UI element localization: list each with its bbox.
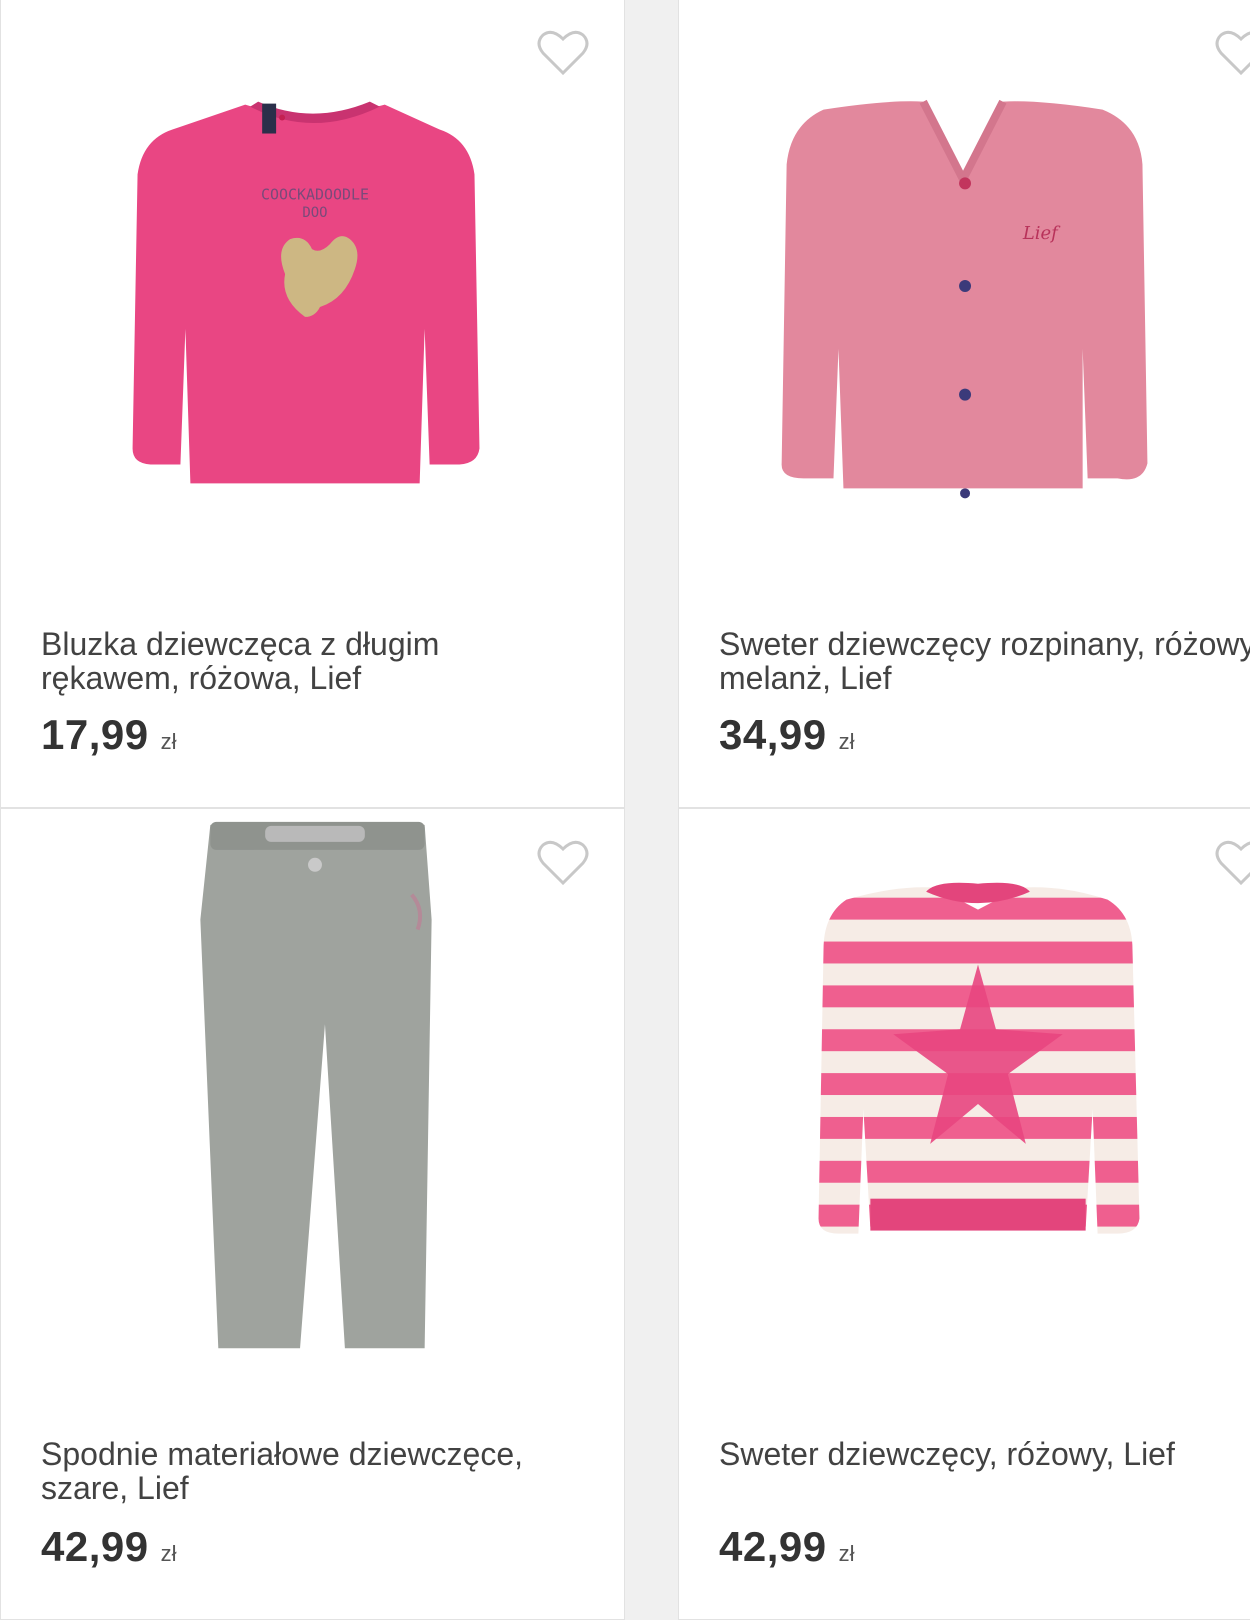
- product-card[interactable]: Spodnie materiałowe dziewczęce, szare, L…: [0, 808, 625, 1620]
- product-price: 42,99 zł: [41, 1523, 177, 1571]
- svg-text:Lief: Lief: [1022, 223, 1061, 244]
- product-title[interactable]: Spodnie materiałowe dziewczęce, szare, L…: [41, 1437, 581, 1505]
- svg-text:DOO: DOO: [302, 205, 327, 221]
- product-image[interactable]: COOCKADOODLE DOO: [1, 0, 624, 589]
- heart-outline-icon[interactable]: [1215, 839, 1250, 887]
- price-currency: zł: [838, 729, 855, 754]
- product-image[interactable]: [679, 809, 1250, 1399]
- heart-outline-icon[interactable]: [537, 839, 589, 887]
- product-card[interactable]: Lief Sweter dziewczęcy rozpinany, różowy…: [678, 0, 1250, 808]
- svg-text:COOCKADOODLE: COOCKADOODLE: [261, 185, 369, 203]
- price-currency: zł: [160, 1541, 177, 1566]
- price-amount: 42,99: [41, 1523, 149, 1570]
- product-image[interactable]: Lief: [679, 0, 1250, 589]
- product-title[interactable]: Bluzka dziewczęca z długim rękawem, różo…: [41, 627, 581, 695]
- product-image[interactable]: [1, 809, 624, 1399]
- price-amount: 34,99: [719, 711, 827, 758]
- product-grid: COOCKADOODLE DOO Bluzka dziewczęca z dłu…: [0, 0, 1250, 1620]
- price-amount: 17,99: [41, 711, 149, 758]
- heart-outline-icon[interactable]: [537, 29, 589, 77]
- product-title[interactable]: Sweter dziewczęcy rozpinany, różowy mela…: [719, 627, 1250, 695]
- heart-outline-icon[interactable]: [1215, 29, 1250, 77]
- price-currency: zł: [838, 1541, 855, 1566]
- product-title[interactable]: Sweter dziewczęcy, różowy, Lief: [719, 1437, 1250, 1471]
- product-price: 17,99 zł: [41, 711, 177, 759]
- price-currency: zł: [160, 729, 177, 754]
- product-card[interactable]: COOCKADOODLE DOO Bluzka dziewczęca z dłu…: [0, 0, 625, 808]
- product-price: 42,99 zł: [719, 1523, 855, 1571]
- product-card[interactable]: Sweter dziewczęcy, różowy, Lief 42,99 zł: [678, 808, 1250, 1620]
- price-amount: 42,99: [719, 1523, 827, 1570]
- product-price: 34,99 zł: [719, 711, 855, 759]
